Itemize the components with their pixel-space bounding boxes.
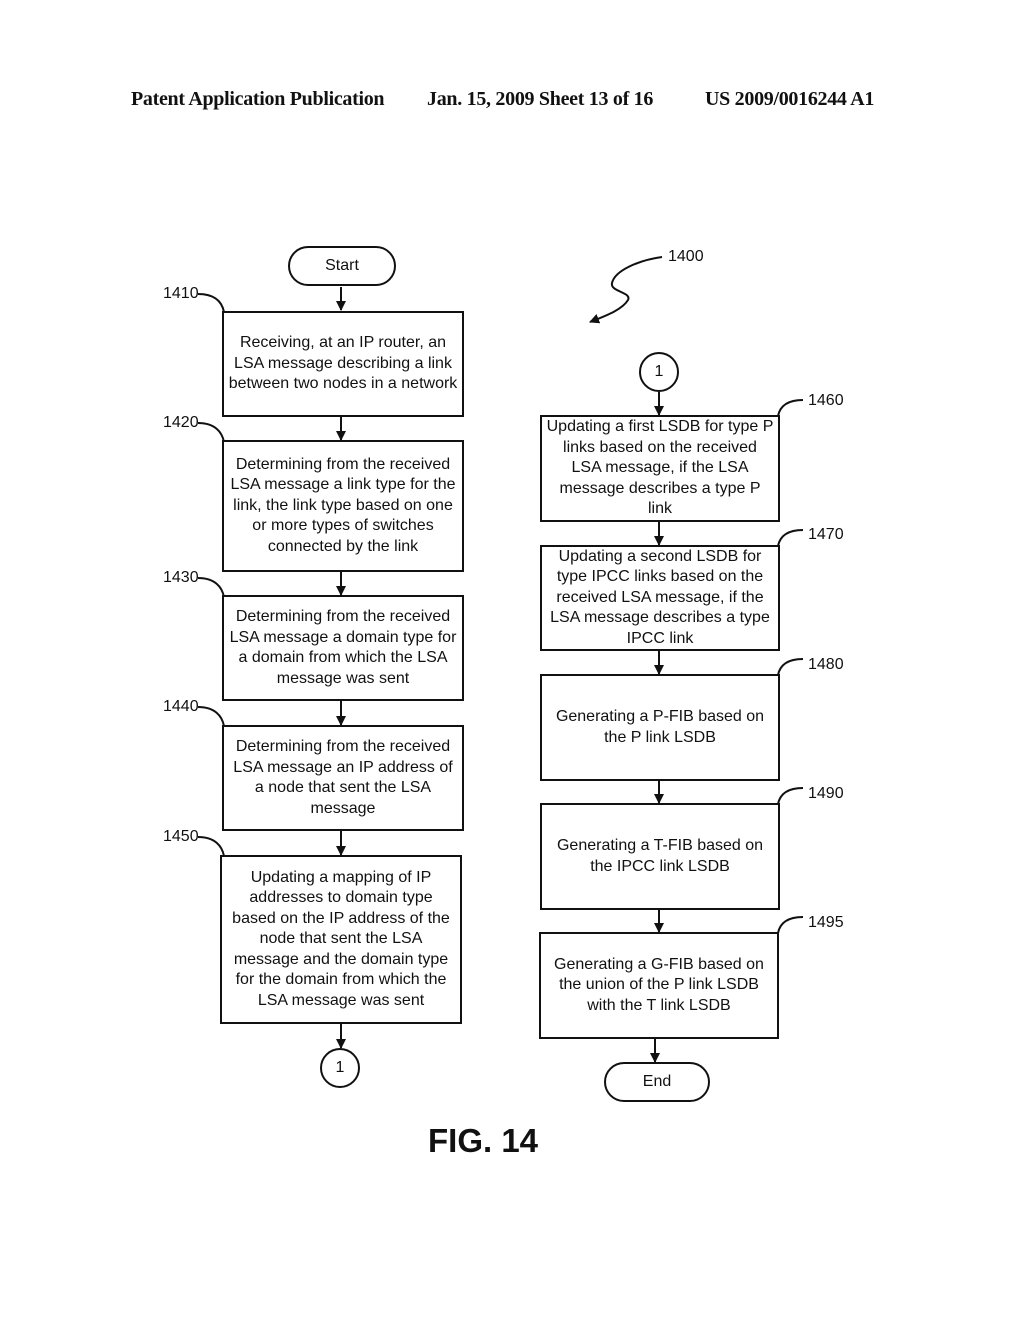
connector-out: 1 xyxy=(320,1048,360,1088)
connector-in: 1 xyxy=(639,352,679,392)
step-1480-text: Generating a P-FIB based on the P link L… xyxy=(555,708,765,746)
start-terminal: Start xyxy=(288,246,396,286)
leader-1430 xyxy=(197,577,225,598)
leader-1410 xyxy=(197,293,225,313)
step-1450-text: Updating a mapping of IP addresses to do… xyxy=(232,868,450,1009)
step-1440-text: Determining from the received LSA messag… xyxy=(233,738,453,817)
step-1430: Determining from the received LSA messag… xyxy=(222,595,464,701)
step-1470-text: Updating a second LSDB for type IPCC lin… xyxy=(550,547,770,647)
step-1495: Generating a G-FIB based on the union of… xyxy=(539,932,779,1039)
step-1430-text: Determining from the received LSA messag… xyxy=(229,608,457,687)
figure-label: FIG. 14 xyxy=(428,1122,539,1159)
leader-1400 xyxy=(589,256,663,324)
ref-1400: 1400 xyxy=(668,248,704,265)
leader-1470 xyxy=(777,529,804,547)
step-1440: Determining from the received LSA messag… xyxy=(222,725,464,831)
step-1480: Generating a P-FIB based on the P link L… xyxy=(540,674,780,781)
step-1490: Generating a T-FIB based on the IPCC lin… xyxy=(540,803,780,910)
step-1470: Updating a second LSDB for type IPCC lin… xyxy=(540,545,780,651)
step-1420: Determining from the received LSA messag… xyxy=(222,440,464,572)
leader-1420 xyxy=(197,422,225,443)
step-1450: Updating a mapping of IP addresses to do… xyxy=(220,855,462,1024)
ref-1480: 1480 xyxy=(808,656,844,673)
ref-1450: 1450 xyxy=(163,828,199,845)
step-1460-text: Updating a first LSDB for type P links b… xyxy=(546,418,774,518)
ref-1460: 1460 xyxy=(808,392,844,409)
ref-1495: 1495 xyxy=(808,914,844,931)
step-1460: Updating a first LSDB for type P links b… xyxy=(540,415,780,522)
end-terminal: End xyxy=(604,1062,710,1102)
leader-1490 xyxy=(777,787,804,805)
step-1420-text: Determining from the received LSA messag… xyxy=(230,455,456,555)
leader-1450 xyxy=(197,836,225,857)
ref-1420: 1420 xyxy=(163,414,199,431)
step-1410-text: Receiving, at an IP router, an LSA messa… xyxy=(228,334,458,393)
leader-1440 xyxy=(197,706,225,727)
leader-1460 xyxy=(777,399,804,417)
leader-1495 xyxy=(777,916,804,934)
ref-1470: 1470 xyxy=(808,526,844,543)
ref-1430: 1430 xyxy=(163,569,199,586)
ref-1440: 1440 xyxy=(163,698,199,715)
step-1495-text: Generating a G-FIB based on the union of… xyxy=(554,955,764,1014)
ref-1490: 1490 xyxy=(808,785,844,802)
step-1410: Receiving, at an IP router, an LSA messa… xyxy=(222,311,464,417)
step-1490-text: Generating a T-FIB based on the IPCC lin… xyxy=(556,837,764,875)
leader-1480 xyxy=(777,658,804,676)
ref-1410: 1410 xyxy=(163,285,199,302)
